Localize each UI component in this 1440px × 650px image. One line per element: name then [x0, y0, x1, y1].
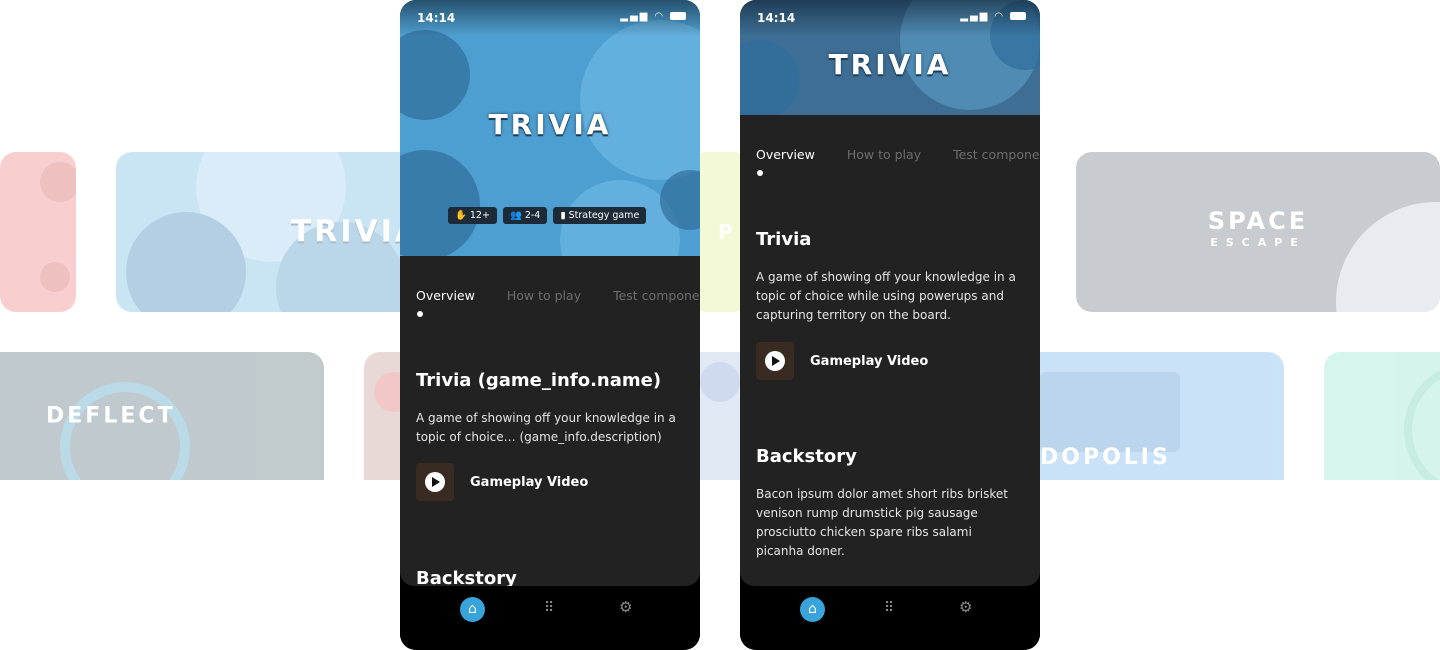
battery-icon — [1010, 12, 1026, 20]
genre-badge: ▮ Strategy game — [553, 207, 647, 224]
backstory-text: Bacon ipsum dolor amet short ribs briske… — [756, 487, 1008, 558]
home-icon[interactable]: ⌂ — [460, 597, 485, 622]
home-icon[interactable]: ⌂ — [800, 597, 825, 622]
age-badge: ✋ 12+ — [448, 207, 497, 224]
tab-test-component[interactable]: Test component — [953, 147, 1040, 162]
video-label: Gameplay Video — [470, 474, 589, 490]
status-bar: 14:14 ▂▄▆ ◠ — [400, 0, 700, 36]
gameplay-video-link[interactable]: Gameplay Video — [416, 463, 588, 501]
phone-screen-1: TRIVIA ✋ 12+ 👥 2-4 ▮ Strategy game 14:14… — [400, 0, 700, 650]
gameplay-video-link[interactable]: Gameplay Video — [756, 342, 928, 380]
gear-icon[interactable]: ⚙ — [619, 598, 632, 616]
bottom-nav: ⌂ ⠿ ⚙ — [740, 586, 1040, 650]
tab-how-to-play[interactable]: How to play — [507, 288, 581, 303]
video-thumbnail[interactable] — [416, 463, 454, 501]
bg-card-space-escape: SPACE ESCAPE — [1076, 152, 1440, 312]
bg-card-topolis: DOPOLIS — [1000, 352, 1284, 480]
bg-space-logo-main: SPACE — [1207, 207, 1309, 235]
game-badges: ✋ 12+ 👥 2-4 ▮ Strategy game — [448, 207, 647, 224]
content-panel: Overview How to play Test component Triv… — [740, 115, 1040, 586]
status-bar: 14:14 ▂▄▆ ◠ — [740, 0, 1040, 36]
status-time: 14:14 — [417, 11, 456, 25]
active-tab-indicator — [417, 311, 423, 317]
age-icon: ✋ — [455, 210, 467, 221]
gear-icon[interactable]: ⚙ — [959, 598, 972, 616]
status-icons: ▂▄▆ ◠ — [960, 11, 1026, 22]
players-badge: 👥 2-4 — [502, 207, 548, 224]
bg-deflect-logo: DEFLECT — [46, 403, 176, 429]
bg-card-teal — [1324, 352, 1440, 480]
bg-card-red — [0, 152, 76, 312]
battery-icon — [670, 12, 686, 20]
grid-icon[interactable]: ⠿ — [544, 600, 554, 616]
tab-overview[interactable]: Overview — [416, 288, 475, 303]
video-label: Gameplay Video — [810, 353, 929, 369]
play-icon — [425, 472, 445, 492]
game-name: Trivia (game_info.name) — [416, 370, 662, 391]
active-tab-indicator — [757, 170, 763, 176]
tab-overview[interactable]: Overview — [756, 147, 815, 162]
phone-screen-2: TRIVIA 14:14 ▂▄▆ ◠ Overview How to play … — [740, 0, 1040, 650]
hero-title: TRIVIA — [828, 48, 952, 81]
bg-space-logo-sub: ESCAPE — [1210, 236, 1306, 249]
tab-how-to-play[interactable]: How to play — [847, 147, 921, 162]
tab-test-component[interactable]: Test component — [613, 288, 700, 303]
bg-space-logo: SPACE ESCAPE — [1076, 207, 1440, 254]
bg-topolis-logo: DOPOLIS — [1040, 445, 1171, 470]
backstory-title: Backstory — [416, 568, 517, 586]
players-icon: 👥 — [509, 210, 522, 221]
play-icon — [765, 351, 785, 371]
status-time: 14:14 — [757, 11, 796, 25]
video-thumbnail[interactable] — [756, 342, 794, 380]
players-label: 2-4 — [524, 210, 541, 221]
game-description: A game of showing off your knowledge in … — [416, 411, 676, 444]
genre-label: Strategy game — [568, 210, 640, 221]
tab-bar: Overview How to play Test component — [416, 288, 700, 303]
genre-icon: ▮ — [560, 210, 566, 221]
tab-bar: Overview How to play Test component — [756, 147, 1040, 162]
status-icons: ▂▄▆ ◠ — [620, 11, 686, 22]
bottom-nav: ⌂ ⠿ ⚙ — [400, 586, 700, 650]
game-description: A game of showing off your knowledge in … — [756, 270, 1016, 322]
backstory-title: Backstory — [756, 446, 857, 467]
hero-title: TRIVIA — [488, 108, 612, 141]
game-name: Trivia — [756, 229, 812, 250]
bg-card-deflect: DEFLECT — [0, 352, 324, 480]
grid-icon[interactable]: ⠿ — [884, 600, 894, 616]
bg-card-trivia: TRIVIA — [116, 152, 436, 312]
age-label: 12+ — [469, 210, 490, 221]
content-panel: Overview How to play Test component Triv… — [400, 256, 700, 586]
hero-banner: TRIVIA ✋ 12+ 👥 2-4 ▮ Strategy game — [400, 0, 700, 256]
